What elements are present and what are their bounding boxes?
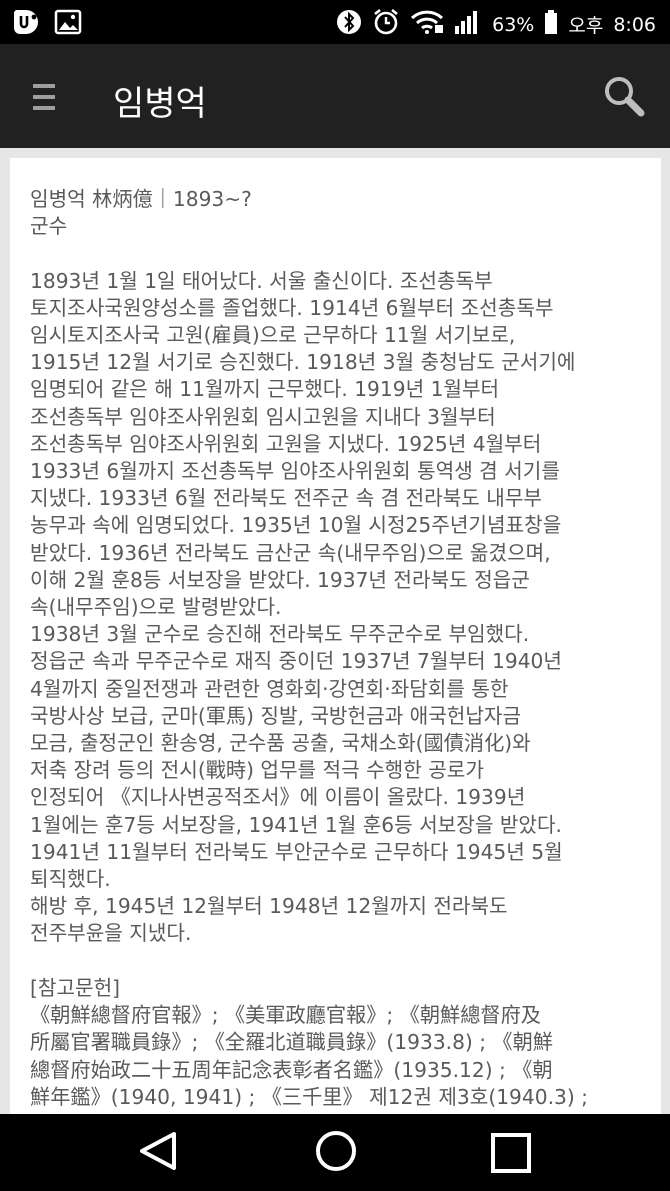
article-line: 1938년 3월 군수로 승진해 전라북도 무주군수로 부임했다. <box>30 622 530 647</box>
article-line: 조선총독부 임야조사위원회 임시고원을 지내다 3월부터 <box>30 404 496 429</box>
gallery-notification-icon <box>54 8 82 40</box>
article-line: 군수 <box>30 214 68 239</box>
article-line: 鮮年鑑》(1940, 1941) ; 《三千里》 제12권 제3호(1940.3… <box>30 1084 588 1109</box>
article-line: 모금, 출정군인 환송영, 군수품 공출, 국채소화(國債消化)와 <box>30 731 531 756</box>
article-line: 받았다. 1936년 전라북도 금산군 속(내무주임)으로 옮겼으며, <box>30 540 551 565</box>
article-line: 1893년 1월 1일 태어났다. 서울 출신이다. 조선총독부 <box>30 268 493 293</box>
article-line: 국방사상 보급, 군마(軍馬) 징발, 국방헌금과 애국헌납자금 <box>30 703 522 728</box>
battery-icon <box>544 9 558 40</box>
article-line: 이해 2월 훈8등 서보장을 받았다. 1937년 전라북도 정읍군 <box>30 567 530 592</box>
article-line: 所屬官署職員錄》; 《全羅北道職員錄》(1933.8) ; 《朝鮮 <box>30 1030 553 1055</box>
article-line: 1941년 11월부터 전라북도 부안군수로 근무하다 1945년 5월 <box>30 839 563 864</box>
signal-icon <box>454 9 482 40</box>
home-icon[interactable] <box>313 1128 359 1178</box>
article-line: 퇴직했다. <box>30 867 111 892</box>
menu-icon[interactable] <box>33 84 55 110</box>
alarm-icon <box>372 8 400 41</box>
article-body: 임병억 林炳億｜1893~? 군수 1893년 1월 1일 태어났다. 서울 출신… <box>10 158 661 1111</box>
u-plus-carrier-icon <box>12 8 42 40</box>
article-line: 인정되어 《지나사변공적조서》에 이름이 올랐다. 1939년 <box>30 785 526 810</box>
search-icon[interactable] <box>602 74 646 118</box>
article-line: 조선총독부 임야조사위원회 고원을 지냈다. 1925년 4월부터 <box>30 431 542 456</box>
article-line: 1915년 12월 서기로 승진했다. 1918년 3월 충청남도 군서기에 <box>30 350 576 375</box>
article-line: 《朝鮮總督府官報》; 《美軍政廳官報》; 《朝鮮總督府及 <box>30 1003 541 1028</box>
wifi-icon <box>410 9 444 40</box>
article-line <box>30 240 641 267</box>
page-title: 임병억 <box>113 84 207 124</box>
recent-apps-icon[interactable] <box>490 1132 532 1178</box>
article-line: 1월에는 훈7등 서보장을, 1941년 1월 훈6등 서보장을 받았다. <box>30 812 562 837</box>
content-area[interactable]: 임병억 林炳億｜1893~? 군수 1893년 1월 1일 태어났다. 서울 출신… <box>0 148 670 1114</box>
article-line: 토지조사국원양성소를 졸업했다. 1914년 6월부터 조선총독부 <box>30 295 554 320</box>
article-card: 임병억 林炳億｜1893~? 군수 1893년 1월 1일 태어났다. 서울 출신… <box>10 158 661 1114</box>
article-line: 저축 장려 등의 전시(戰時) 업무를 적극 수행한 공로가 <box>30 758 484 783</box>
article-line: [참고문헌] <box>30 975 121 1000</box>
article-line: 속(내무주임)으로 발령받았다. <box>30 595 282 620</box>
clock: 8:06 <box>613 13 656 36</box>
article-line: 지냈다. 1933년 6월 전라북도 전주군 속 겸 전라북도 내무부 <box>30 486 542 511</box>
article-line: 임병억 林炳億｜1893~? <box>30 187 252 211</box>
article-line: 總督府始政二十五周年記念表彰者名鑑》(1935.12) ; 《朝 <box>30 1057 553 1082</box>
article-line: 전주부윤을 지냈다. <box>30 921 192 946</box>
article-line: 4월까지 중일전쟁과 관련한 영화회·강연회·좌담회를 통한 <box>30 676 509 701</box>
navigation-bar <box>0 1114 670 1191</box>
article-line: 임시토지조사국 고원(雇員)으로 근무하다 11월 서기보로, <box>30 323 516 348</box>
article-line: 농무과 속에 임명되었다. 1935년 10월 시정25주년기념표창을 <box>30 513 562 538</box>
status-bar: 63% 오후 8:06 <box>0 0 670 44</box>
article-line: 임명되어 같은 해 11월까지 근무했다. 1919년 1월부터 <box>30 377 500 402</box>
article-line: 정읍군 속과 무주군수로 재직 중이던 1937년 7월부터 1940년 <box>30 649 562 674</box>
bluetooth-icon <box>336 9 362 40</box>
article-line: 1933년 6월까지 조선총독부 임야조사위원회 통역생 겸 서기를 <box>30 459 560 484</box>
app-bar: 임병억 <box>0 44 670 148</box>
time-period: 오후 <box>568 15 604 37</box>
battery-percent: 63% <box>492 13 535 36</box>
article-line: 해방 후, 1945년 12월부터 1948년 12월까지 전라북도 <box>30 894 508 919</box>
back-icon[interactable] <box>136 1128 182 1178</box>
article-line <box>30 948 641 975</box>
